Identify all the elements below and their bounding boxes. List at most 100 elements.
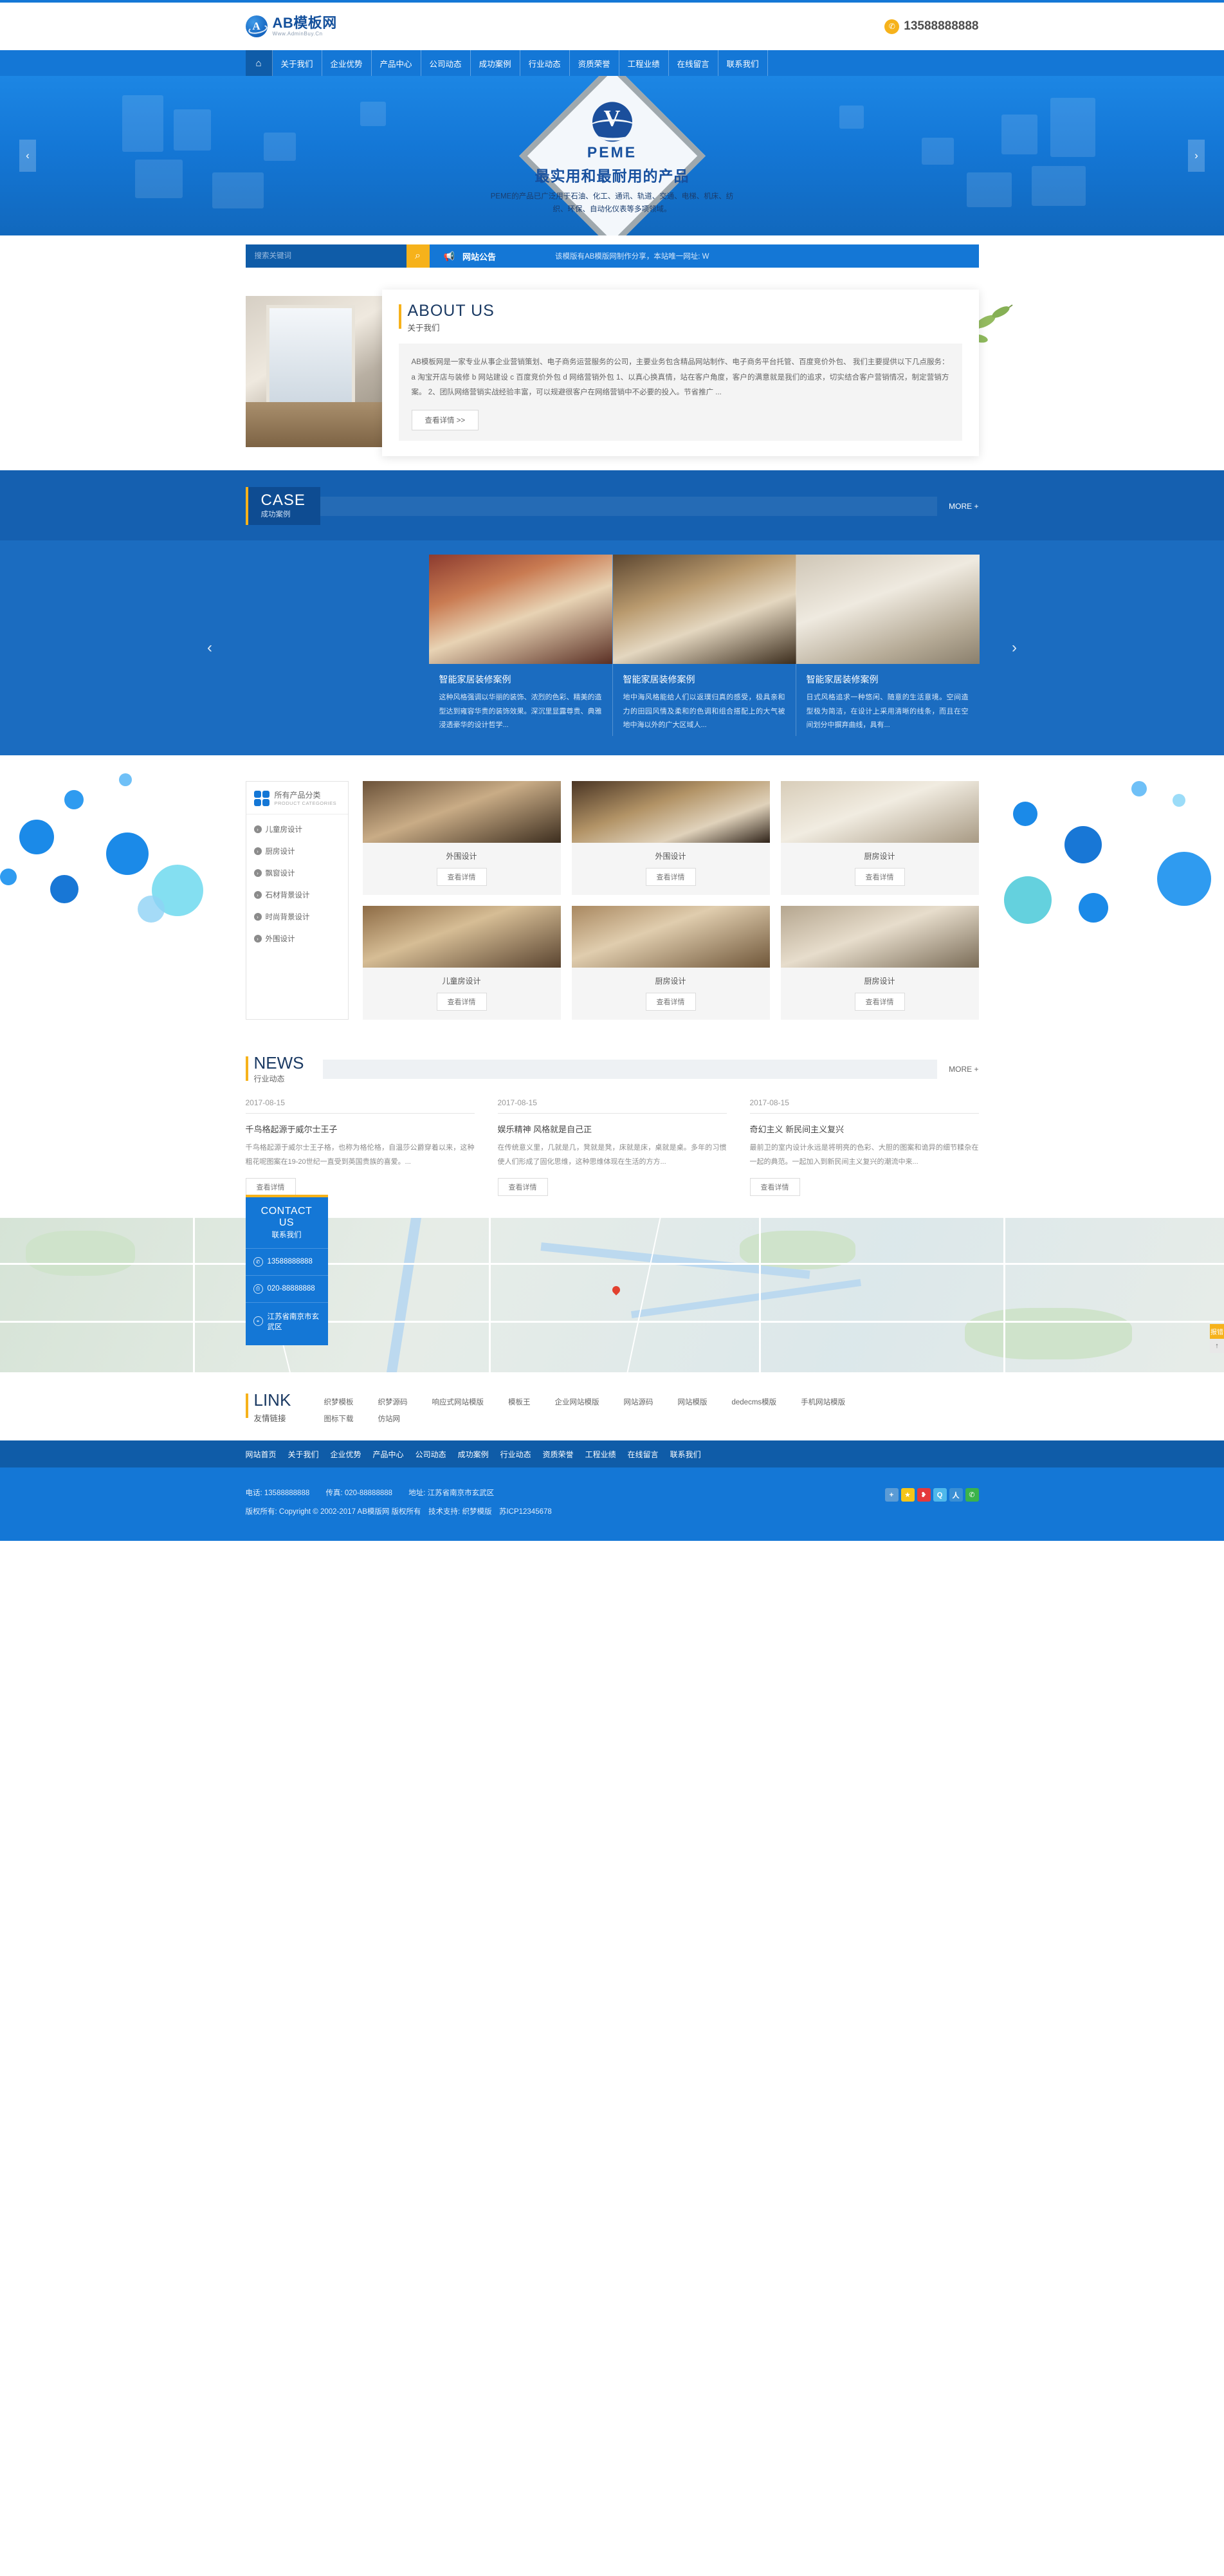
header-phone: ✆ 13588888888 xyxy=(884,19,979,34)
news-item[interactable]: 2017-08-15 奇幻主义 新民间主义复兴 最前卫的室内设计永远是将明亮的色彩、… xyxy=(749,1098,979,1197)
news-item[interactable]: 2017-08-15 娱乐精神 风格就是自己正 在传统意义里，几就是几，凳就是凳，床… xyxy=(497,1098,727,1197)
friendly-link-3[interactable]: 响应式网站模版 xyxy=(432,1397,484,1407)
product-card[interactable]: 厨房设计 查看详情 xyxy=(780,906,979,1020)
case-more-link[interactable]: MORE + xyxy=(937,502,978,511)
share-qq-icon[interactable]: Q xyxy=(933,1488,947,1502)
product-name: 外围设计 xyxy=(446,852,477,861)
product-card[interactable]: 外围设计 查看详情 xyxy=(571,781,770,896)
product-thumbnail xyxy=(362,781,561,843)
product-card[interactable]: 儿童房设计 查看详情 xyxy=(362,906,561,1020)
nav-item-5[interactable]: 成功案例 xyxy=(471,50,520,76)
share-wechat-icon[interactable]: ✆ xyxy=(965,1488,979,1502)
share-renren-icon[interactable]: 人 xyxy=(949,1488,963,1502)
category-link-1[interactable]: › 儿童房设计 xyxy=(253,824,340,834)
social-share-bar[interactable]: + ★ ❥ Q 人 ✆ xyxy=(884,1484,979,1502)
footer-nav-item-3[interactable]: 企业优势 xyxy=(331,1449,361,1460)
share-weibo-icon[interactable]: ❥ xyxy=(917,1488,931,1502)
category-item[interactable]: › 儿童房设计 xyxy=(246,818,348,840)
case-card[interactable]: 智能家居装修案例 日式风格追求一种悠闲、随意的生活意境。空间造型极为简洁，在设计上… xyxy=(795,555,980,737)
category-link-5[interactable]: › 时尚背景设计 xyxy=(253,912,340,922)
nav-item-9[interactable]: 在线留言 xyxy=(669,50,718,76)
category-item[interactable]: › 厨房设计 xyxy=(246,840,348,862)
announcement-text[interactable]: 该模版有AB模版网制作分享，本站唯一网址: W xyxy=(555,251,709,261)
friendly-link-11[interactable]: 仿站网 xyxy=(378,1413,401,1424)
footer-nav-item-1[interactable]: 网站首页 xyxy=(246,1449,277,1460)
share-jiathis-icon[interactable]: + xyxy=(884,1488,899,1502)
nav-item-7[interactable]: 资质荣誉 xyxy=(570,50,619,76)
nav-item-home[interactable]: ⌂ xyxy=(245,50,273,76)
friendly-link-9[interactable]: 手机网站模版 xyxy=(801,1397,845,1407)
news-title-en: NEWS xyxy=(253,1053,304,1073)
footer-nav-item-9[interactable]: 工程业绩 xyxy=(585,1449,616,1460)
news-detail-button[interactable]: 查看详情 xyxy=(245,1178,296,1197)
nav-item-10[interactable]: 联系我们 xyxy=(718,50,768,76)
product-detail-button[interactable]: 查看详情 xyxy=(645,868,696,887)
megaphone-icon: 📢 xyxy=(443,250,455,261)
friendly-link-5[interactable]: 企业网站模版 xyxy=(555,1397,599,1407)
nav-item-2[interactable]: 企业优势 xyxy=(322,50,372,76)
case-card[interactable]: 智能家居装修案例 地中海风格能给人们以返璞归真的感受，极具亲和力的田园风情及柔和的… xyxy=(612,555,796,737)
product-detail-button[interactable]: 查看详情 xyxy=(436,993,487,1011)
friendly-link-8[interactable]: dedecms模版 xyxy=(732,1397,777,1407)
product-card[interactable]: 厨房设计 查看详情 xyxy=(571,906,770,1020)
friendly-link-10[interactable]: 图标下载 xyxy=(324,1413,354,1424)
case-carousel: 智能家居装修案例 这种风格强调以华丽的装饰、浓烈的色彩、精美的造型达到雍容华贵的装… xyxy=(0,540,1224,756)
footer-copyright: 版权所有: Copyright © 2002-2017 AB模版网 版权所有 技… xyxy=(245,1508,552,1516)
product-detail-button[interactable]: 查看详情 xyxy=(436,868,487,887)
map-scroll-top-button[interactable]: ↑ xyxy=(1210,1339,1224,1354)
product-thumbnail xyxy=(780,781,979,843)
category-item[interactable]: › 石材背景设计 xyxy=(246,884,348,906)
case-prev-arrow[interactable]: ‹ xyxy=(207,639,212,657)
category-link-4[interactable]: › 石材背景设计 xyxy=(253,890,340,900)
banner-next-arrow[interactable]: › xyxy=(1188,140,1205,172)
product-card[interactable]: 外围设计 查看详情 xyxy=(362,781,561,896)
friendly-link-7[interactable]: 网站模版 xyxy=(678,1397,708,1407)
category-link-6[interactable]: › 外围设计 xyxy=(253,934,340,944)
footer-nav-item-7[interactable]: 行业动态 xyxy=(500,1449,531,1460)
footer-navigation[interactable]: 网站首页 关于我们 企业优势 产品中心 公司动态 成功案例 行业动态 资质荣誉 工程业绩 在线留言… xyxy=(0,1440,1224,1468)
category-link-3[interactable]: › 飘窗设计 xyxy=(253,868,340,878)
nav-item-3[interactable]: 产品中心 xyxy=(372,50,421,76)
news-item[interactable]: 2017-08-15 千鸟格起源于威尔士王子 千鸟格起源于威尔士王子格，也称为格伦格… xyxy=(245,1098,475,1197)
category-item[interactable]: › 外围设计 xyxy=(246,928,348,950)
footer-nav-item-10[interactable]: 在线留言 xyxy=(628,1449,659,1460)
about-detail-button[interactable]: 查看详情 >> xyxy=(411,409,479,430)
friendly-link-1[interactable]: 织梦模板 xyxy=(324,1397,354,1407)
nav-item-1[interactable]: 关于我们 xyxy=(273,50,322,76)
chevron-right-icon: › xyxy=(253,869,262,878)
footer-nav-item-6[interactable]: 成功案例 xyxy=(458,1449,489,1460)
nav-item-6[interactable]: 行业动态 xyxy=(520,50,570,76)
banner-prev-arrow[interactable]: ‹ xyxy=(19,140,36,172)
nav-item-4[interactable]: 公司动态 xyxy=(421,50,471,76)
main-navigation[interactable]: ⌂ 关于我们 企业优势 产品中心 公司动态 成功案例 行业动态 资质荣誉 工程业绩 在线留言 联系… xyxy=(0,50,1224,76)
case-next-arrow[interactable]: › xyxy=(1012,639,1017,657)
product-detail-button[interactable]: 查看详情 xyxy=(854,993,905,1011)
friendly-link-2[interactable]: 织梦源码 xyxy=(378,1397,408,1407)
search-button[interactable]: ⌕ xyxy=(406,244,430,268)
news-detail-button[interactable]: 查看详情 xyxy=(497,1178,548,1197)
news-title: 千鸟格起源于威尔士王子 xyxy=(245,1125,338,1135)
news-more-link[interactable]: MORE + xyxy=(937,1065,978,1074)
footer-nav-item-11[interactable]: 联系我们 xyxy=(670,1449,701,1460)
nav-item-8[interactable]: 工程业绩 xyxy=(619,50,669,76)
footer-nav-item-2[interactable]: 关于我们 xyxy=(288,1449,319,1460)
product-card[interactable]: 厨房设计 查看详情 xyxy=(780,781,979,896)
map-report-button[interactable]: 报错 xyxy=(1210,1324,1224,1339)
share-qzone-icon[interactable]: ★ xyxy=(900,1488,915,1502)
site-logo[interactable]: AB模板网 Www.AdminBuy.Cn xyxy=(245,15,337,37)
footer-nav-item-8[interactable]: 资质荣誉 xyxy=(543,1449,574,1460)
friendly-link-6[interactable]: 网站源码 xyxy=(624,1397,653,1407)
footer-nav-item-4[interactable]: 产品中心 xyxy=(373,1449,404,1460)
friendly-link-4[interactable]: 模板王 xyxy=(508,1397,531,1407)
map-side-controls[interactable]: 报错 ↑ xyxy=(1210,1324,1224,1354)
search-input[interactable] xyxy=(245,244,406,268)
product-detail-button[interactable]: 查看详情 xyxy=(645,993,696,1011)
news-detail-button[interactable]: 查看详情 xyxy=(749,1178,800,1197)
category-link-2[interactable]: › 厨房设计 xyxy=(253,846,340,856)
category-item[interactable]: › 时尚背景设计 xyxy=(246,906,348,928)
case-card-desc: 这种风格强调以华丽的装饰、浓烈的色彩、精美的造型达到雍容华贵的装饰效果。深沉里显… xyxy=(439,694,602,729)
category-item[interactable]: › 飘窗设计 xyxy=(246,862,348,884)
product-detail-button[interactable]: 查看详情 xyxy=(854,868,905,887)
case-card[interactable]: 智能家居装修案例 这种风格强调以华丽的装饰、浓烈的色彩、精美的造型达到雍容华贵的装… xyxy=(428,555,612,736)
footer-nav-item-5[interactable]: 公司动态 xyxy=(416,1449,446,1460)
